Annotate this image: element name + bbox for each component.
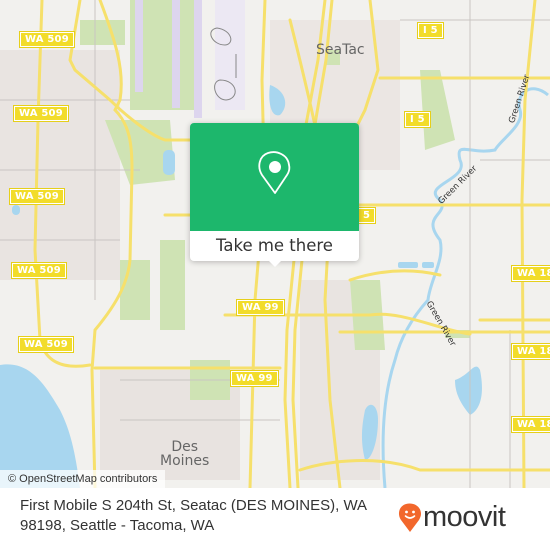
route-shield-wa99: WA 99: [230, 370, 279, 387]
moovit-smiley-pin-icon: [398, 503, 421, 532]
route-shield-i5: I 5: [404, 111, 431, 128]
route-shield-wa509: WA 509: [13, 105, 69, 122]
address-text: First Mobile S 204th St, Seatac (DES MOI…: [20, 497, 367, 534]
location-popup: Take me there: [190, 123, 359, 267]
route-shield-wa99: WA 99: [236, 299, 285, 316]
place-label-des-moines: Des Moines: [160, 439, 210, 469]
route-shield-wa509: WA 509: [18, 336, 74, 353]
route-shield-i5: I 5: [417, 22, 444, 39]
route-shield-wa18: WA 18: [511, 416, 550, 433]
route-shield-wa18: WA 18: [511, 343, 550, 360]
route-shield-i5: 5: [356, 207, 377, 224]
map-pin-icon: [258, 151, 291, 194]
moovit-wordmark: moovit: [423, 501, 506, 533]
route-shield-wa509: WA 509: [19, 31, 75, 48]
popup-pointer: [267, 259, 283, 267]
route-shield-wa509: WA 509: [11, 262, 67, 279]
footer: First Mobile S 204th St, Seatac (DES MOI…: [0, 488, 550, 550]
route-shield-wa509: WA 509: [9, 188, 65, 205]
map-view[interactable]: SeaTac Des Moines WA 509 WA 509 WA 509 W…: [0, 0, 550, 488]
popup-header: [190, 123, 359, 231]
take-me-there-button[interactable]: Take me there: [190, 231, 359, 261]
route-shield-wa18: WA 18: [511, 265, 550, 282]
map-attribution[interactable]: © OpenStreetMap contributors: [0, 470, 166, 488]
place-label-seatac: SeaTac: [316, 42, 365, 58]
